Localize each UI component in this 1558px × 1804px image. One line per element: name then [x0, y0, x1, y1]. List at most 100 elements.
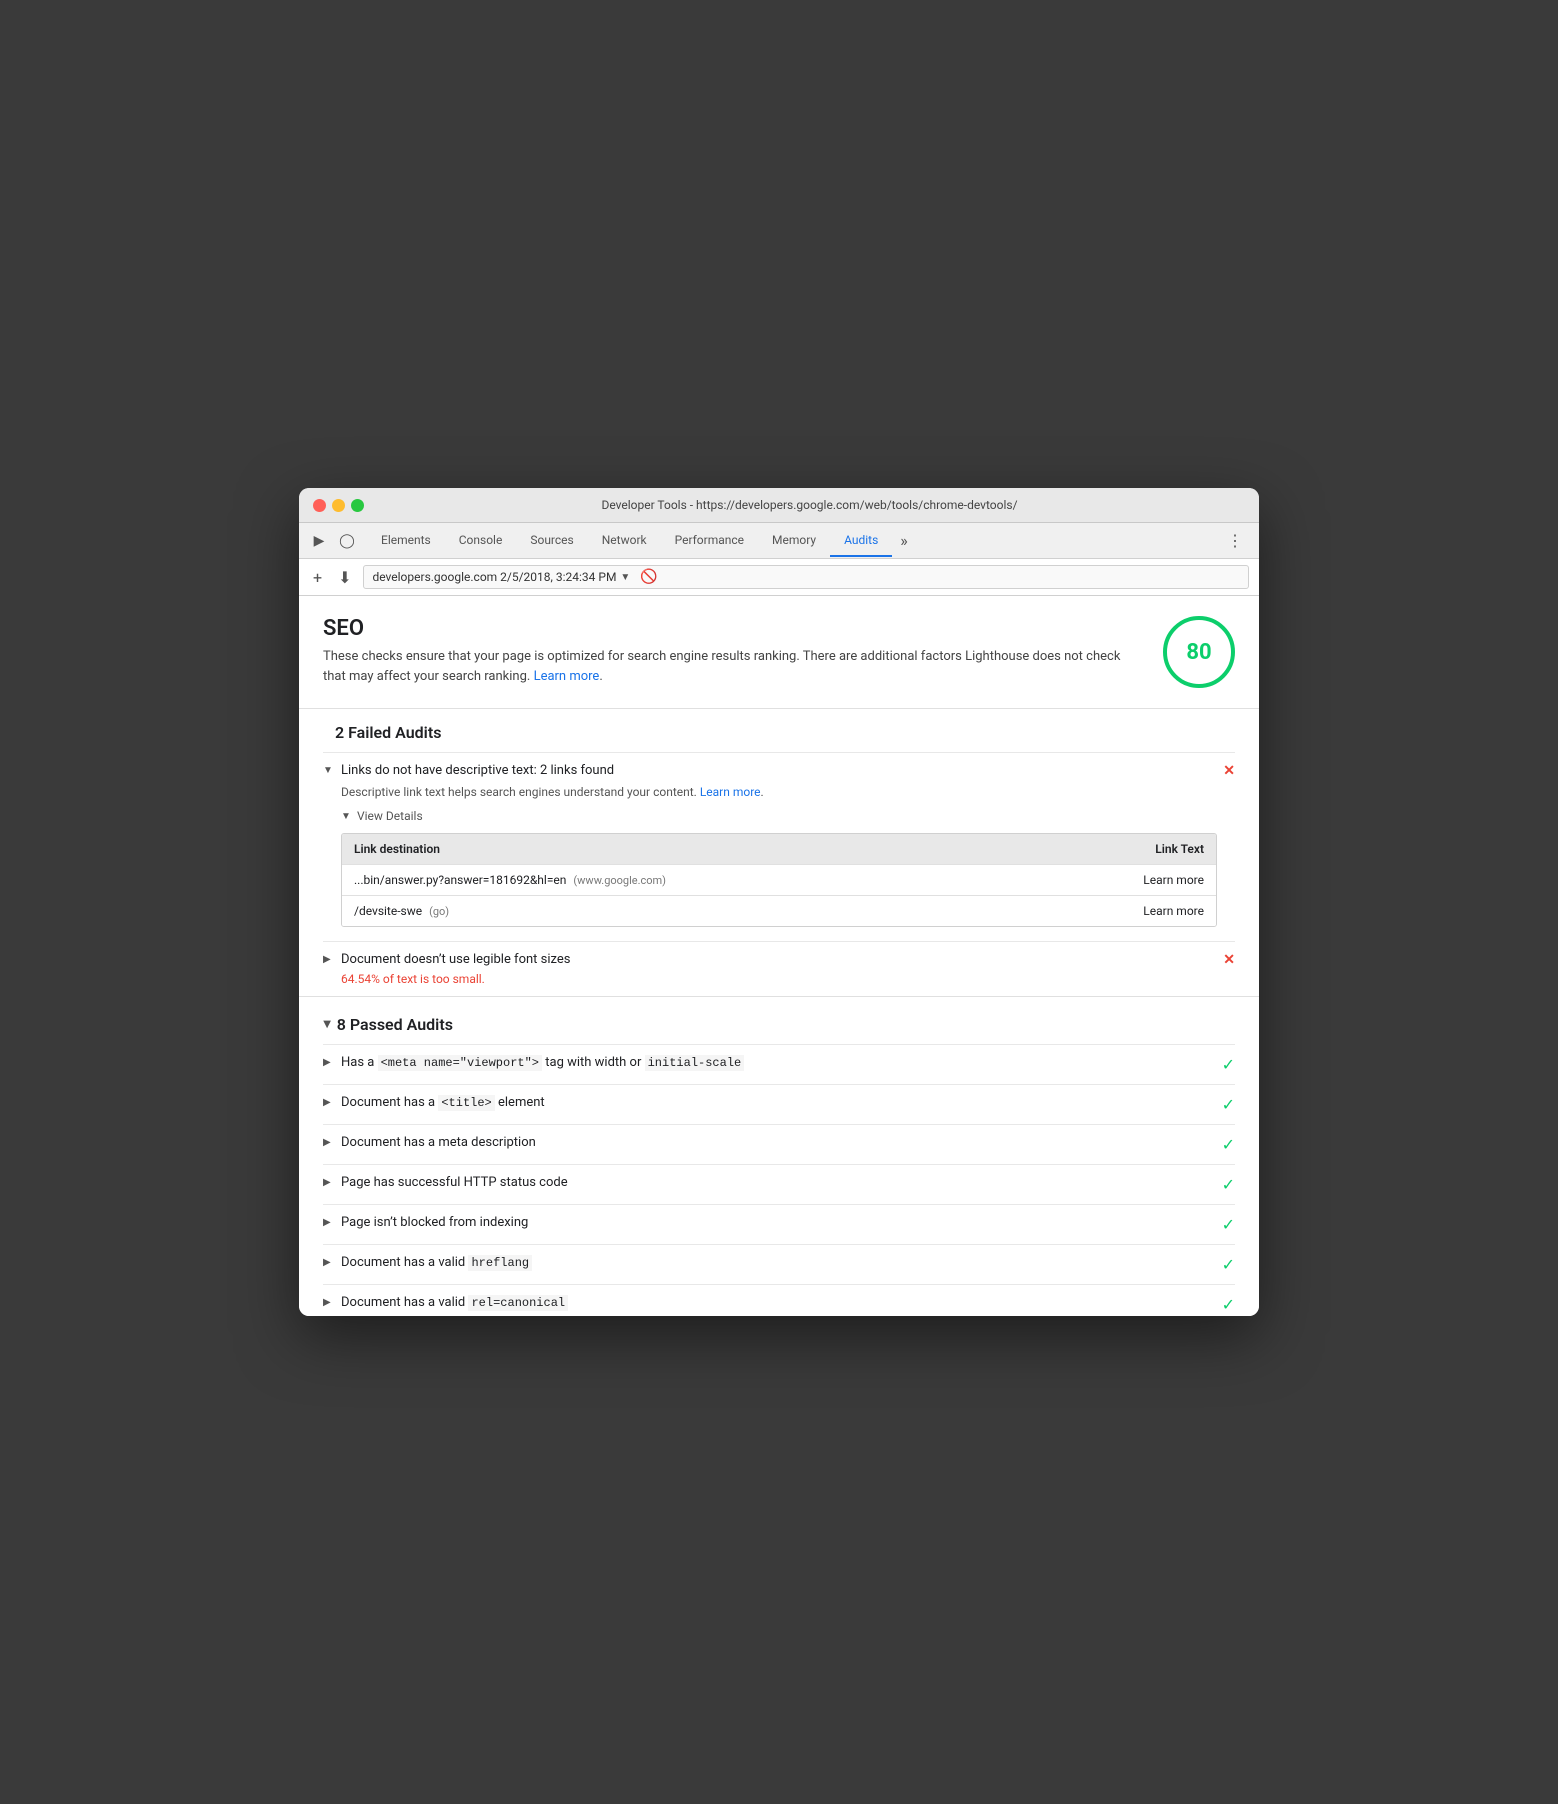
passed-audit-2-header[interactable]: ▶ Document has a <title> element ✓: [323, 1095, 1235, 1114]
row2-dest-sub: (go): [429, 905, 449, 918]
passed-audit-1-header[interactable]: ▶ Has a <meta name="viewport"> tag with …: [323, 1055, 1235, 1074]
audit-title-1: Links do not have descriptive text: 2 li…: [341, 763, 614, 778]
tab-network[interactable]: Network: [588, 525, 661, 557]
row2-dest: /devsite-swe (go): [354, 904, 1084, 918]
links-table: Link destination Link Text ...bin/answer…: [341, 833, 1217, 927]
pass-icon-2: ✓: [1222, 1095, 1235, 1114]
block-icon[interactable]: 🚫: [640, 569, 657, 585]
title-bar: Developer Tools - https://developers.goo…: [299, 488, 1259, 523]
passed-audits-title: 8 Passed Audits: [337, 1015, 453, 1034]
tab-elements[interactable]: Elements: [367, 525, 445, 557]
seo-title: SEO: [323, 616, 1143, 641]
tab-audits[interactable]: Audits: [830, 525, 892, 557]
passed-audit-title-3: Document has a meta description: [341, 1135, 536, 1150]
pass-icon-5: ✓: [1222, 1215, 1235, 1234]
add-button[interactable]: +: [309, 566, 326, 589]
url-text: developers.google.com 2/5/2018, 3:24:34 …: [372, 570, 616, 584]
audit-title-row-1: ▼ Links do not have descriptive text: 2 …: [323, 763, 614, 778]
table-row: /devsite-swe (go) Learn more: [342, 895, 1216, 926]
chevron-right-icon-2: ▶: [323, 954, 335, 965]
minimize-button[interactable]: [332, 499, 345, 512]
fail-icon-1: ✕: [1223, 763, 1235, 779]
devtools-tabs-bar: ▶ ◯ Elements Console Sources Network Per…: [299, 523, 1259, 559]
passed-audit-5-header[interactable]: ▶ Page isn’t blocked from indexing ✓: [323, 1215, 1235, 1234]
passed-audit-title-5: Page isn’t blocked from indexing: [341, 1215, 528, 1230]
chevron-right-icon: ▶: [323, 1137, 335, 1148]
row1-dest-sub: (www.google.com): [573, 874, 666, 887]
url-dropdown-icon[interactable]: ▼: [620, 572, 630, 583]
failed-audit-links: ▼ Links do not have descriptive text: 2 …: [323, 752, 1235, 941]
close-button[interactable]: [313, 499, 326, 512]
chevron-right-icon: ▶: [323, 1057, 335, 1068]
cursor-icon[interactable]: ▶: [307, 529, 331, 553]
passed-audit-title-2: Document has a <title> element: [341, 1095, 545, 1110]
traffic-lights: [313, 499, 364, 512]
audit-learn-more-link-1[interactable]: Learn more: [700, 785, 761, 799]
chevron-right-icon: ▶: [323, 1217, 335, 1228]
passed-audit-6-header[interactable]: ▶ Document has a valid hreflang ✓: [323, 1255, 1235, 1274]
devtools-menu-button[interactable]: ⋮: [1219, 523, 1251, 558]
pass-icon-4: ✓: [1222, 1175, 1235, 1194]
passed-audit-4: ▶ Page has successful HTTP status code ✓: [323, 1164, 1235, 1204]
col-dest-header: Link destination: [354, 842, 1084, 856]
passed-audit-title-6: Document has a valid hreflang: [341, 1255, 532, 1270]
passed-audit-2: ▶ Document has a <title> element ✓: [323, 1084, 1235, 1124]
url-input[interactable]: developers.google.com 2/5/2018, 3:24:34 …: [363, 565, 1249, 589]
chevron-icon-view-details: ▼: [341, 811, 353, 822]
passed-audit-7-header[interactable]: ▶ Document has a valid rel=canonical ✓: [323, 1295, 1235, 1314]
passed-audit-title-1: Has a <meta name="viewport"> tag with wi…: [341, 1055, 744, 1070]
pass-icon-6: ✓: [1222, 1255, 1235, 1274]
mobile-icon[interactable]: ◯: [335, 529, 359, 553]
passed-audit-title-7: Document has a valid rel=canonical: [341, 1295, 568, 1310]
failed-audits-title: 2 Failed Audits: [323, 709, 1235, 752]
passed-audits-header[interactable]: ▶ 8 Passed Audits: [323, 1005, 1235, 1044]
score-circle: 80: [1163, 616, 1235, 688]
passed-audit-1: ▶ Has a <meta name="viewport"> tag with …: [323, 1044, 1235, 1084]
more-tabs-button[interactable]: »: [892, 523, 916, 558]
chevron-down-icon-passed: ▶: [321, 1021, 332, 1029]
col-text-header: Link Text: [1084, 842, 1204, 856]
tab-sources[interactable]: Sources: [516, 525, 587, 557]
window-title: Developer Tools - https://developers.goo…: [374, 498, 1245, 512]
tab-performance[interactable]: Performance: [661, 525, 758, 557]
passed-audit-6: ▶ Document has a valid hreflang ✓: [323, 1244, 1235, 1284]
failed-audit-links-header[interactable]: ▼ Links do not have descriptive text: 2 …: [323, 763, 1235, 779]
passed-audit-3: ▶ Document has a meta description ✓: [323, 1124, 1235, 1164]
audit-title-row-2: ▶ Document doesn’t use legible font size…: [323, 952, 570, 967]
section-divider-2: [299, 996, 1259, 997]
chevron-down-icon-1: ▼: [323, 765, 335, 776]
fail-icon-2: ✕: [1223, 952, 1235, 968]
seo-learn-more-link[interactable]: Learn more: [534, 669, 600, 684]
main-content: SEO These checks ensure that your page i…: [299, 596, 1259, 1316]
row1-dest: ...bin/answer.py?answer=181692&hl=en (ww…: [354, 873, 1084, 887]
failed-audit-fonts: ▶ Document doesn’t use legible font size…: [323, 941, 1235, 996]
tab-console[interactable]: Console: [445, 525, 517, 557]
audit-title-2: Document doesn’t use legible font sizes: [341, 952, 570, 967]
view-details-toggle[interactable]: ▼ View Details: [341, 809, 1235, 823]
devtools-window: Developer Tools - https://developers.goo…: [299, 488, 1259, 1316]
passed-audit-4-header[interactable]: ▶ Page has successful HTTP status code ✓: [323, 1175, 1235, 1194]
seo-title-section: SEO These checks ensure that your page i…: [323, 616, 1143, 686]
passed-audit-3-header[interactable]: ▶ Document has a meta description ✓: [323, 1135, 1235, 1154]
row1-text: Learn more: [1084, 873, 1204, 887]
pass-icon-7: ✓: [1222, 1295, 1235, 1314]
pass-icon-3: ✓: [1222, 1135, 1235, 1154]
table-row: ...bin/answer.py?answer=181692&hl=en (ww…: [342, 864, 1216, 895]
audit-desc-red-2: 64.54% of text is too small.: [341, 972, 1235, 986]
passed-audit-title-4: Page has successful HTTP status code: [341, 1175, 568, 1190]
toolbar-icons: ▶ ◯: [307, 529, 359, 553]
passed-audit-7: ▶ Document has a valid rel=canonical ✓: [323, 1284, 1235, 1316]
failed-audit-fonts-header[interactable]: ▶ Document doesn’t use legible font size…: [323, 952, 1235, 968]
chevron-right-icon: ▶: [323, 1297, 335, 1308]
passed-audits-section: ▶ 8 Passed Audits ▶ Has a <meta name="vi…: [323, 1005, 1235, 1316]
chevron-right-icon: ▶: [323, 1177, 335, 1188]
chevron-right-icon: ▶: [323, 1097, 335, 1108]
table-header: Link destination Link Text: [342, 834, 1216, 864]
maximize-button[interactable]: [351, 499, 364, 512]
tab-memory[interactable]: Memory: [758, 525, 830, 557]
view-details-label: View Details: [357, 809, 423, 823]
download-icon[interactable]: ⬇: [334, 566, 355, 589]
score-value: 80: [1186, 640, 1211, 665]
seo-description: These checks ensure that your page is op…: [323, 647, 1143, 686]
pass-icon-1: ✓: [1222, 1055, 1235, 1074]
